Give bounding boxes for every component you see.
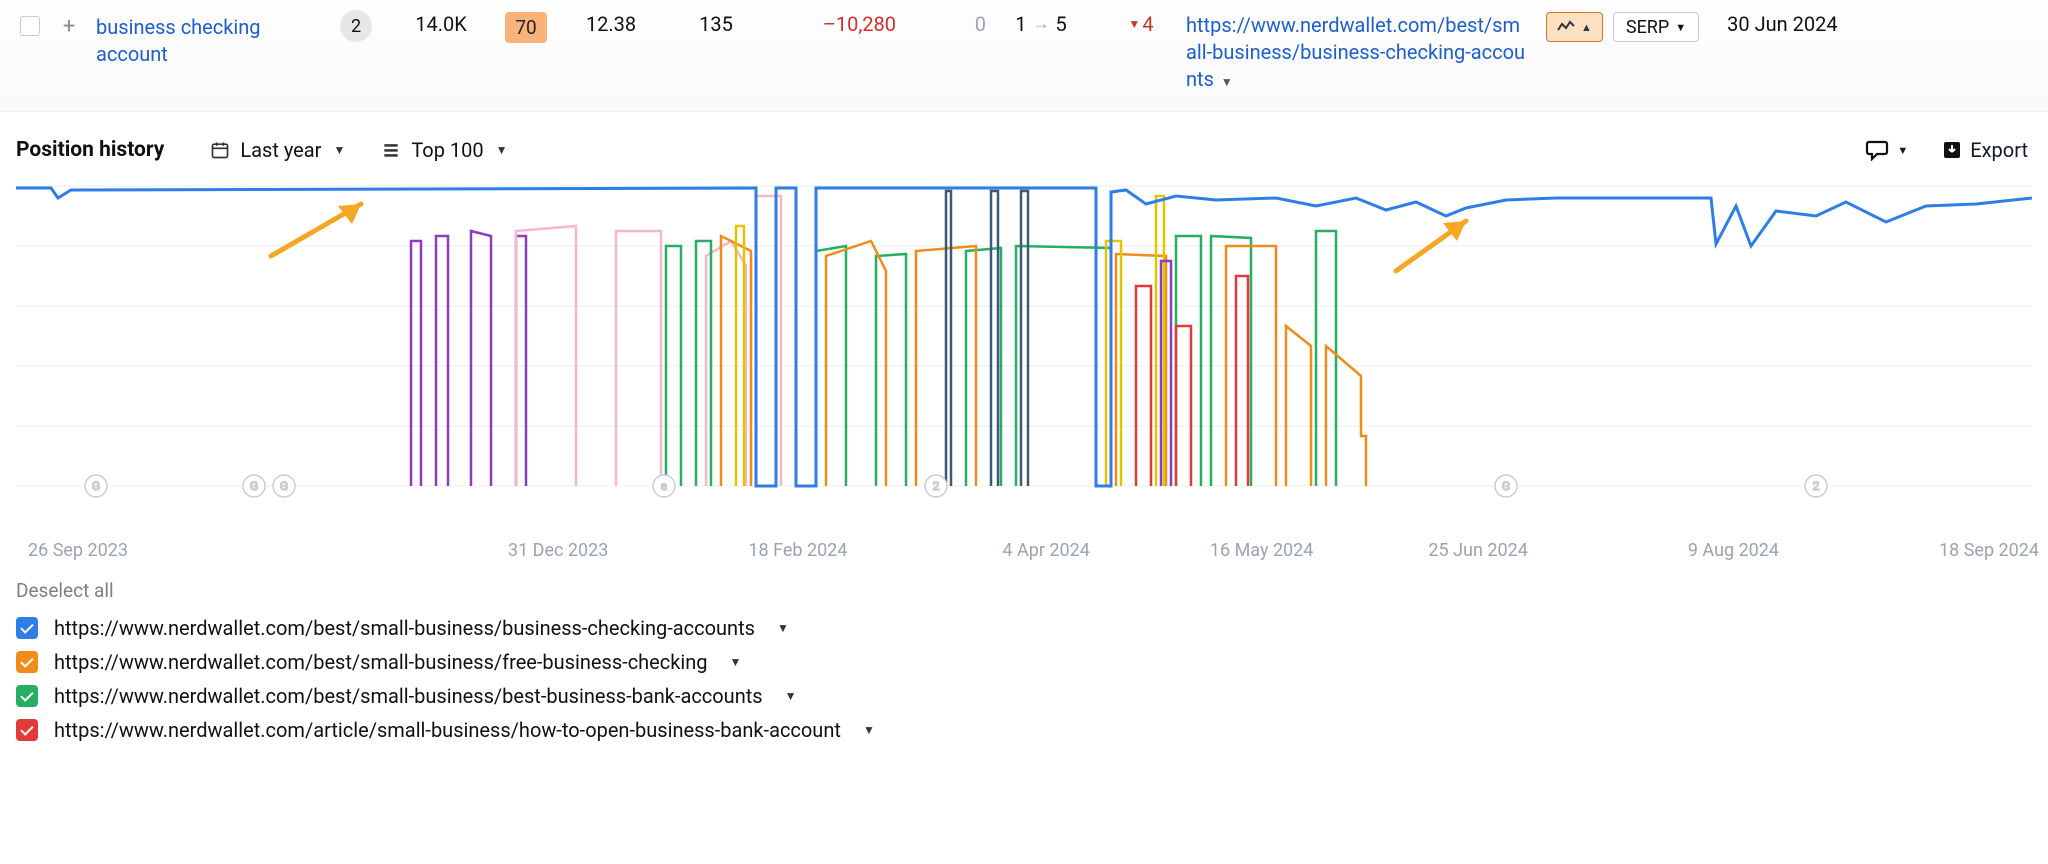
top-n-label: Top 100 bbox=[411, 138, 483, 162]
caret-down-icon[interactable]: ▼ bbox=[785, 689, 797, 703]
section-title: Position history bbox=[16, 138, 164, 162]
metric-b-value: 135 bbox=[666, 12, 766, 36]
caret-down-icon[interactable]: ▼ bbox=[777, 621, 789, 635]
chart-legend: Deselect all https://www.nerdwallet.com/… bbox=[0, 561, 2048, 772]
cpc-value: 12.38 bbox=[556, 12, 666, 36]
zero-value: 0 bbox=[906, 12, 986, 36]
caret-up-icon: ▲ bbox=[1581, 21, 1592, 34]
kd-badge: 70 bbox=[505, 12, 546, 43]
caret-down-icon[interactable]: ▼ bbox=[1221, 75, 1233, 89]
row-checkbox[interactable] bbox=[20, 16, 40, 36]
position-change: 1 → 5 bbox=[986, 12, 1096, 36]
download-icon bbox=[1942, 140, 1962, 160]
export-label: Export bbox=[1970, 138, 2028, 162]
caret-down-icon[interactable]: ▼ bbox=[730, 655, 742, 669]
x-tick: 26 Sep 2023 bbox=[28, 540, 128, 561]
position-history-header: Position history Last year ▼ Top 100 ▼ ▼ bbox=[0, 112, 2048, 176]
svg-text:G: G bbox=[250, 479, 258, 493]
legend-checkbox[interactable] bbox=[16, 617, 38, 639]
calendar-icon bbox=[210, 140, 230, 160]
annotate-tool[interactable]: ▼ bbox=[1865, 139, 1908, 161]
svg-text:G: G bbox=[280, 479, 288, 493]
svg-text:G: G bbox=[1502, 479, 1510, 493]
caret-down-icon: ▼ bbox=[496, 143, 508, 157]
legend-item[interactable]: https://www.nerdwallet.com/best/small-bu… bbox=[16, 650, 2032, 674]
caret-down-icon: ▼ bbox=[1128, 17, 1140, 31]
chart-x-axis: 26 Sep 2023 31 Dec 2023 18 Feb 2024 4 Ap… bbox=[0, 536, 2048, 561]
legend-item[interactable]: https://www.nerdwallet.com/article/small… bbox=[16, 718, 2032, 742]
serp-button[interactable]: SERP ▼ bbox=[1613, 12, 1699, 42]
volume-value: 14.0K bbox=[386, 12, 496, 36]
x-tick: 16 May 2024 bbox=[1210, 540, 1314, 561]
serp-button-label: SERP bbox=[1626, 17, 1669, 38]
traffic-delta-value: –10,280 bbox=[766, 12, 906, 36]
legend-url: https://www.nerdwallet.com/best/small-bu… bbox=[54, 616, 755, 640]
series-primary bbox=[16, 188, 2032, 486]
ranking-url-text: https://www.nerdwallet.com/best/small-bu… bbox=[1186, 13, 1525, 91]
add-icon[interactable]: + bbox=[58, 15, 80, 37]
top-n-selector[interactable]: Top 100 ▼ bbox=[381, 138, 507, 162]
legend-checkbox[interactable] bbox=[16, 651, 38, 673]
pos-change-value: 4 bbox=[1142, 12, 1153, 36]
ranking-url[interactable]: https://www.nerdwallet.com/best/small-bu… bbox=[1186, 12, 1526, 93]
deselect-all[interactable]: Deselect all bbox=[16, 579, 2032, 602]
position-delta: ▼ 4 bbox=[1128, 12, 1153, 36]
date-range-label: Last year bbox=[240, 138, 321, 162]
legend-item[interactable]: https://www.nerdwallet.com/best/small-bu… bbox=[16, 616, 2032, 640]
legend-checkbox[interactable] bbox=[16, 685, 38, 707]
x-tick: 4 Apr 2024 bbox=[1002, 540, 1089, 561]
svg-text:2: 2 bbox=[933, 479, 940, 493]
x-tick: 25 Jun 2024 bbox=[1428, 540, 1527, 561]
arrow-right-icon: → bbox=[1033, 14, 1050, 34]
legend-url: https://www.nerdwallet.com/article/small… bbox=[54, 718, 841, 742]
chart-toggle-button[interactable]: ▲ bbox=[1546, 12, 1603, 42]
legend-url: https://www.nerdwallet.com/best/small-bu… bbox=[54, 650, 708, 674]
caret-down-icon: ▼ bbox=[1675, 21, 1686, 34]
serp-count-pill: 2 bbox=[340, 10, 372, 42]
speech-bubble-icon bbox=[1865, 139, 1889, 161]
annotation-arrow bbox=[271, 204, 361, 256]
caret-down-icon: ▼ bbox=[333, 143, 345, 157]
pos-from: 1 bbox=[1015, 12, 1026, 36]
export-button[interactable]: Export bbox=[1942, 138, 2028, 162]
check-date: 30 Jun 2024 bbox=[1727, 12, 1837, 36]
legend-url: https://www.nerdwallet.com/best/small-bu… bbox=[54, 684, 763, 708]
keyword-row: + business checking account 2 14.0K 70 1… bbox=[0, 0, 2048, 112]
x-tick: 18 Feb 2024 bbox=[748, 540, 847, 561]
keyword-link[interactable]: business checking account bbox=[96, 12, 326, 68]
x-tick: 18 Sep 2024 bbox=[1939, 540, 2039, 561]
legend-checkbox[interactable] bbox=[16, 719, 38, 741]
svg-text:a: a bbox=[661, 479, 668, 493]
line-chart-icon bbox=[1557, 20, 1575, 34]
svg-text:2: 2 bbox=[1813, 479, 1820, 493]
legend-item[interactable]: https://www.nerdwallet.com/best/small-bu… bbox=[16, 684, 2032, 708]
chart-svg: G G G a 2 G 2 bbox=[16, 176, 2032, 516]
x-tick: 9 Aug 2024 bbox=[1688, 540, 1779, 561]
svg-text:G: G bbox=[92, 479, 100, 493]
list-icon bbox=[381, 140, 401, 160]
caret-down-icon[interactable]: ▼ bbox=[863, 723, 875, 737]
position-history-chart: G G G a 2 G 2 bbox=[0, 176, 2048, 536]
x-tick: 31 Dec 2023 bbox=[508, 540, 608, 561]
date-range-selector[interactable]: Last year ▼ bbox=[210, 138, 345, 162]
pos-to: 5 bbox=[1056, 12, 1067, 36]
caret-down-icon: ▼ bbox=[1897, 144, 1908, 157]
